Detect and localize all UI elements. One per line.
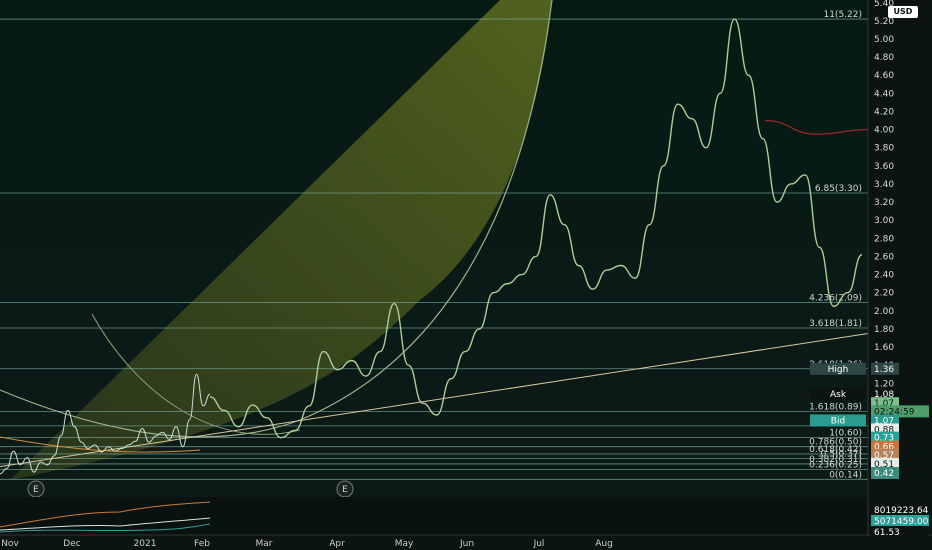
price-axis-tick: 5.20	[874, 17, 894, 27]
time-axis-tick: Jul	[533, 539, 545, 549]
volume-tag-value: 61.53	[874, 528, 900, 538]
currency-label: USD	[888, 6, 918, 18]
price-axis-tick: 1.20	[874, 379, 894, 389]
fib-level-label: 0.236(0.25)	[809, 460, 862, 470]
time-axis-tick: Mar	[256, 539, 273, 549]
time-axis-tick: Feb	[194, 539, 210, 549]
price-tag-value: 1.36	[874, 365, 894, 375]
price-tag-label: Bid	[831, 416, 845, 426]
time-axis-tick: Nov	[1, 539, 19, 549]
price-axis-tick: 5.00	[874, 35, 894, 45]
price-chart[interactable]: 11(5.22) 6.85(3.30) 4.236(2.09) 3.618(1.81)…	[0, 0, 932, 550]
price-axis-tick: 2.60	[874, 252, 894, 262]
price-axis-tick: 2.00	[874, 307, 894, 317]
price-axis-tick: 2.80	[874, 234, 894, 244]
fib-level-label: 4.236(2.09)	[809, 294, 862, 304]
time-axis-tick: 2021	[134, 539, 157, 549]
price-axis-tick: 3.20	[874, 198, 894, 208]
price-axis-tick: 3.80	[874, 144, 894, 154]
price-tag-label: Ask	[830, 390, 847, 400]
time-axis-tick: Dec	[63, 539, 80, 549]
fib-level-label: 11(5.22)	[823, 10, 862, 20]
volume-pane	[0, 497, 868, 535]
fib-level-label: 3.618(1.81)	[809, 319, 862, 329]
price-axis-tick: 3.60	[874, 162, 894, 172]
price-axis-tick: 4.80	[874, 53, 894, 63]
price-axis-tick: 3.40	[874, 180, 894, 190]
price-axis-tick: 4.60	[874, 71, 894, 81]
price-axis-tick: 4.20	[874, 107, 894, 117]
time-axis-tick: Jun	[459, 539, 474, 549]
fib-level-label: 0(0.14)	[829, 470, 862, 480]
event-marker-label: E	[33, 485, 39, 495]
price-tag-label: High	[828, 365, 849, 375]
price-axis-tick: 2.20	[874, 289, 894, 299]
price-axis-tick: 1.60	[874, 343, 894, 353]
price-axis-tick: 2.40	[874, 271, 894, 281]
fib-level-label: 1.618(0.89)	[809, 402, 862, 412]
fib-level-label: 6.85(3.30)	[815, 184, 862, 194]
price-axis-tick: 4.00	[874, 126, 894, 136]
volume-tag-value: 8019223.64	[874, 506, 929, 516]
time-axis-tick: Apr	[329, 539, 345, 549]
price-tag-value: 0.42	[874, 469, 894, 479]
price-axis-tick: 3.00	[874, 216, 894, 226]
price-axis-tick: 4.40	[874, 89, 894, 99]
price-axis-tick: 1.80	[874, 325, 894, 335]
event-marker-label: E	[342, 485, 348, 495]
volume-tag-value: 5071459.00	[874, 517, 929, 527]
time-axis-tick: Aug	[595, 539, 613, 549]
chart-window: 11(5.22) 6.85(3.30) 4.236(2.09) 3.618(1.81)…	[0, 0, 932, 550]
time-axis-tick: May	[395, 539, 414, 549]
